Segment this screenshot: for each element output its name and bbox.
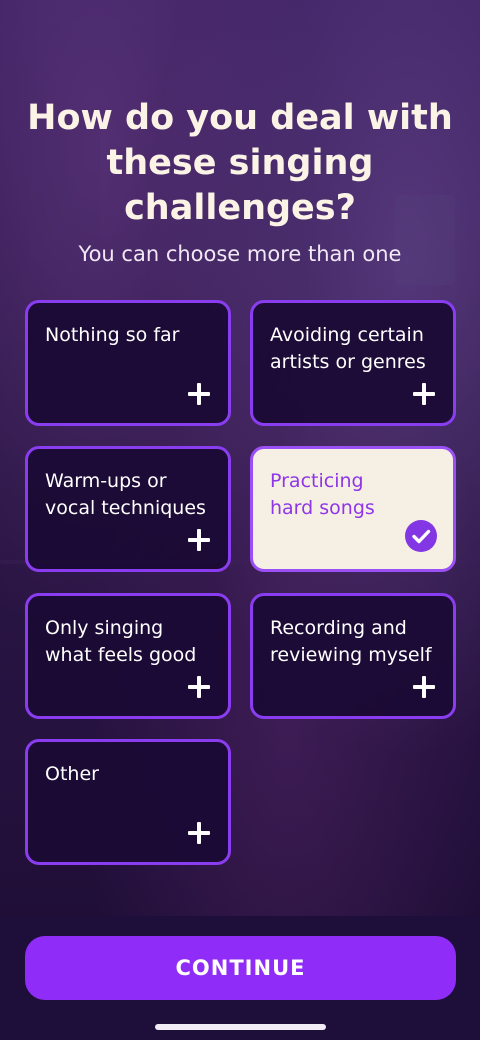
option-other[interactable]: Other: [25, 739, 231, 865]
option-only-singing-what-feels-good[interactable]: Only singing what feels good: [25, 593, 231, 719]
option-label: Practicing hard songs: [270, 470, 375, 519]
plus-icon: [188, 676, 210, 698]
option-nothing-so-far[interactable]: Nothing so far: [25, 300, 231, 426]
option-label: Other: [45, 763, 99, 785]
continue-button[interactable]: CONTINUE: [25, 936, 456, 1000]
plus-icon: [188, 822, 210, 844]
option-label: Nothing so far: [45, 324, 180, 346]
page-subtitle: You can choose more than one: [78, 242, 402, 266]
option-label: Only singing what feels good: [45, 617, 197, 666]
option-recording-and-reviewing[interactable]: Recording and reviewing myself: [250, 593, 456, 719]
option-practicing-hard-songs[interactable]: Practicing hard songs: [250, 446, 456, 572]
plus-icon: [413, 676, 435, 698]
checkmark-circle-icon: [405, 520, 437, 552]
option-label: Recording and reviewing myself: [270, 617, 432, 666]
page-title: How do you deal with these singing chall…: [27, 98, 453, 228]
plus-icon: [413, 383, 435, 405]
option-label: Avoiding certain artists or genres: [270, 324, 426, 373]
option-label: Warm-ups or vocal techniques: [45, 470, 206, 519]
plus-icon: [188, 383, 210, 405]
home-indicator[interactable]: [155, 1024, 326, 1030]
plus-icon: [188, 529, 210, 551]
option-avoiding-artists-or-genres[interactable]: Avoiding certain artists or genres: [250, 300, 456, 426]
option-warm-ups-or-vocal-techniques[interactable]: Warm-ups or vocal techniques: [25, 446, 231, 572]
